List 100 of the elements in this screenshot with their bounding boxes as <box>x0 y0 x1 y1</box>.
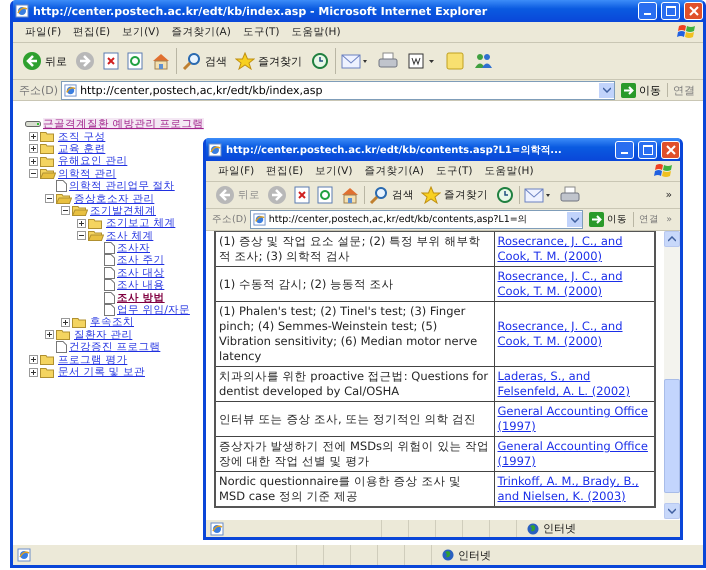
tree-link[interactable]: 질환자 관리 <box>74 328 132 341</box>
search-button[interactable]: 검색 <box>366 186 417 204</box>
tree-link[interactable]: 후속조치 <box>90 316 134 328</box>
go-button[interactable]: 이동 <box>586 212 630 227</box>
stop-icon <box>103 52 119 70</box>
menu-item[interactable]: 편집(E) <box>260 164 310 178</box>
tree-link[interactable]: 교육 훈련 <box>58 142 106 155</box>
dropdown-button[interactable] <box>599 82 614 98</box>
folder-icon <box>72 316 88 328</box>
more-button[interactable]: » <box>664 189 674 201</box>
star-icon <box>235 52 255 70</box>
favorites-button[interactable]: 즐겨찾기 <box>418 186 491 204</box>
document-icon <box>407 52 437 70</box>
tree-link[interactable]: 조사 주기 <box>117 254 164 266</box>
tree-link[interactable]: 조사 대상 <box>117 266 164 279</box>
menu-item[interactable]: 도움말(H) <box>285 25 347 39</box>
tree-link[interactable]: 업무 위임/자문 <box>117 304 190 316</box>
close-button[interactable] <box>684 2 703 20</box>
close-button[interactable] <box>661 140 680 158</box>
home-icon <box>151 52 171 70</box>
menu-item[interactable]: 도움말(H) <box>478 164 540 178</box>
collapse-icon[interactable] <box>61 206 70 216</box>
menu-item[interactable]: 파일(F) <box>19 25 68 39</box>
address-field[interactable]: http://center,postech,ac,kr/edt/kb/index,asp <box>61 80 615 100</box>
page-icon <box>252 213 266 226</box>
maximize-button[interactable] <box>661 2 680 20</box>
scroll-up-button[interactable] <box>664 231 680 247</box>
maximize-icon <box>666 6 676 16</box>
menu-item[interactable]: 도구(T) <box>430 164 478 178</box>
tree-link[interactable]: 의학적 관리 <box>58 168 116 180</box>
go-button[interactable]: 이동 <box>618 82 664 98</box>
folder-icon <box>56 329 72 340</box>
expand-icon[interactable] <box>45 330 54 340</box>
tree-link[interactable]: 조직 구성 <box>58 130 106 143</box>
tree-link[interactable]: 근골격계질환 예방관리 프로그램 <box>43 118 204 130</box>
history-icon <box>310 52 330 70</box>
tree-link[interactable]: 유해요인 관리 <box>58 155 128 168</box>
tree-link[interactable]: 조사 방법 <box>117 292 165 304</box>
links-button[interactable]: 연결 <box>637 213 662 226</box>
tree-link[interactable]: 조사자 <box>117 242 150 254</box>
folder-icon <box>88 218 104 229</box>
menu-item[interactable]: 파일(F) <box>212 164 260 178</box>
more-button[interactable]: » <box>664 214 674 225</box>
menu-item[interactable]: 즐겨찾기(A) <box>165 25 237 39</box>
expand-icon[interactable] <box>29 132 38 142</box>
minimize-button[interactable] <box>615 140 634 158</box>
tree-link[interactable]: 조사 내용 <box>117 279 164 292</box>
table-cell-text: (1) Phalen's test; (2) Tinel's test; (3) Finger pinch; (4) Semmes-Weinstein test; (5) Vibration sensitivity; (6) Median motor nerve latency <box>219 304 478 364</box>
go-arrow-icon <box>621 82 636 98</box>
caret-icon <box>570 216 579 222</box>
page-icon <box>64 84 78 96</box>
scroll-down-button[interactable] <box>664 503 680 519</box>
expand-icon[interactable] <box>61 318 70 327</box>
close-icon <box>688 6 698 16</box>
menu-item[interactable]: 도구(T) <box>236 25 286 39</box>
collapse-icon[interactable] <box>45 194 54 204</box>
tree-link[interactable]: 조사 체계 <box>106 230 154 242</box>
scrollbar[interactable] <box>664 231 680 519</box>
dropdown-button[interactable] <box>567 212 582 227</box>
go-arrow-icon <box>589 212 604 227</box>
page-icon <box>15 4 29 18</box>
tree-link[interactable]: 의학적 관리업무 절차 <box>69 180 175 192</box>
menu-item[interactable]: 보기(V) <box>116 25 166 39</box>
caret-up-icon <box>668 236 676 242</box>
expand-icon[interactable] <box>29 355 38 364</box>
collapse-icon[interactable] <box>77 231 86 240</box>
document-icon <box>104 304 115 316</box>
refresh-icon <box>317 186 333 204</box>
search-icon <box>369 186 389 204</box>
menu-item[interactable]: 편집(E) <box>67 25 116 39</box>
printer-icon <box>377 52 399 70</box>
folder-icon <box>40 366 56 378</box>
menu-item[interactable]: 즐겨찾기(A) <box>358 164 430 178</box>
expand-icon[interactable] <box>29 144 38 154</box>
expand-icon[interactable] <box>77 218 86 228</box>
links-button[interactable]: 연결 <box>671 82 697 98</box>
tree-link[interactable]: 프로그램 평가 <box>58 354 128 366</box>
back-button[interactable]: 뒤로 <box>19 51 70 71</box>
refresh-icon <box>127 52 143 70</box>
menu-item[interactable]: 보기(V) <box>309 164 358 178</box>
globe-icon <box>442 549 454 561</box>
tree-link[interactable]: 조기보고 체계 <box>106 217 176 230</box>
maximize-button[interactable] <box>638 140 657 158</box>
window-title: http://center.postech.ac.kr/edt/kb/index.asp - Microsoft Internet Explorer <box>33 4 488 18</box>
expand-icon[interactable] <box>29 368 38 376</box>
tree-link[interactable]: 문서 기록 및 보관 <box>58 366 146 378</box>
address-label: 주소(D) <box>212 213 247 226</box>
tree-link[interactable]: 건강증진 프로그램 <box>69 341 160 354</box>
tree-link[interactable]: 증상호소자 관리 <box>74 192 154 205</box>
search-button[interactable]: 검색 <box>179 52 230 70</box>
minimize-button[interactable] <box>638 2 657 20</box>
page-icon <box>17 548 31 562</box>
address-field[interactable]: http://center,postech,ac,kr/edt/kb/contents,asp?L1=의 <box>250 210 584 229</box>
minimize-icon <box>621 152 628 154</box>
expand-icon[interactable] <box>29 156 38 166</box>
windows-logo-icon <box>654 162 674 180</box>
tree-link[interactable]: 조기발견체계 <box>90 204 156 217</box>
favorites-button[interactable]: 즐겨찾기 <box>232 52 305 70</box>
collapse-icon[interactable] <box>29 169 38 178</box>
history-icon <box>495 186 515 204</box>
